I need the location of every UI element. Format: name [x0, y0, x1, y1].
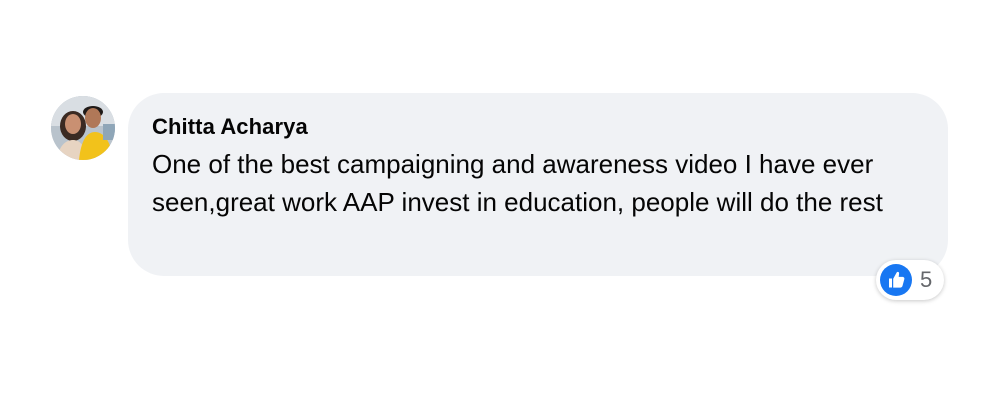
- profile-photo-icon: [51, 96, 115, 160]
- avatar[interactable]: [51, 96, 115, 160]
- comment-author[interactable]: Chitta Acharya: [152, 113, 924, 141]
- reaction-summary[interactable]: 5: [876, 260, 945, 300]
- comment-bubble: Chitta Acharya One of the best campaigni…: [128, 93, 948, 276]
- comment-text: One of the best campaigning and awarenes…: [152, 149, 883, 217]
- comment-container: Chitta Acharya One of the best campaigni…: [0, 0, 1000, 400]
- reaction-count: 5: [920, 267, 933, 292]
- like-icon: [880, 264, 912, 296]
